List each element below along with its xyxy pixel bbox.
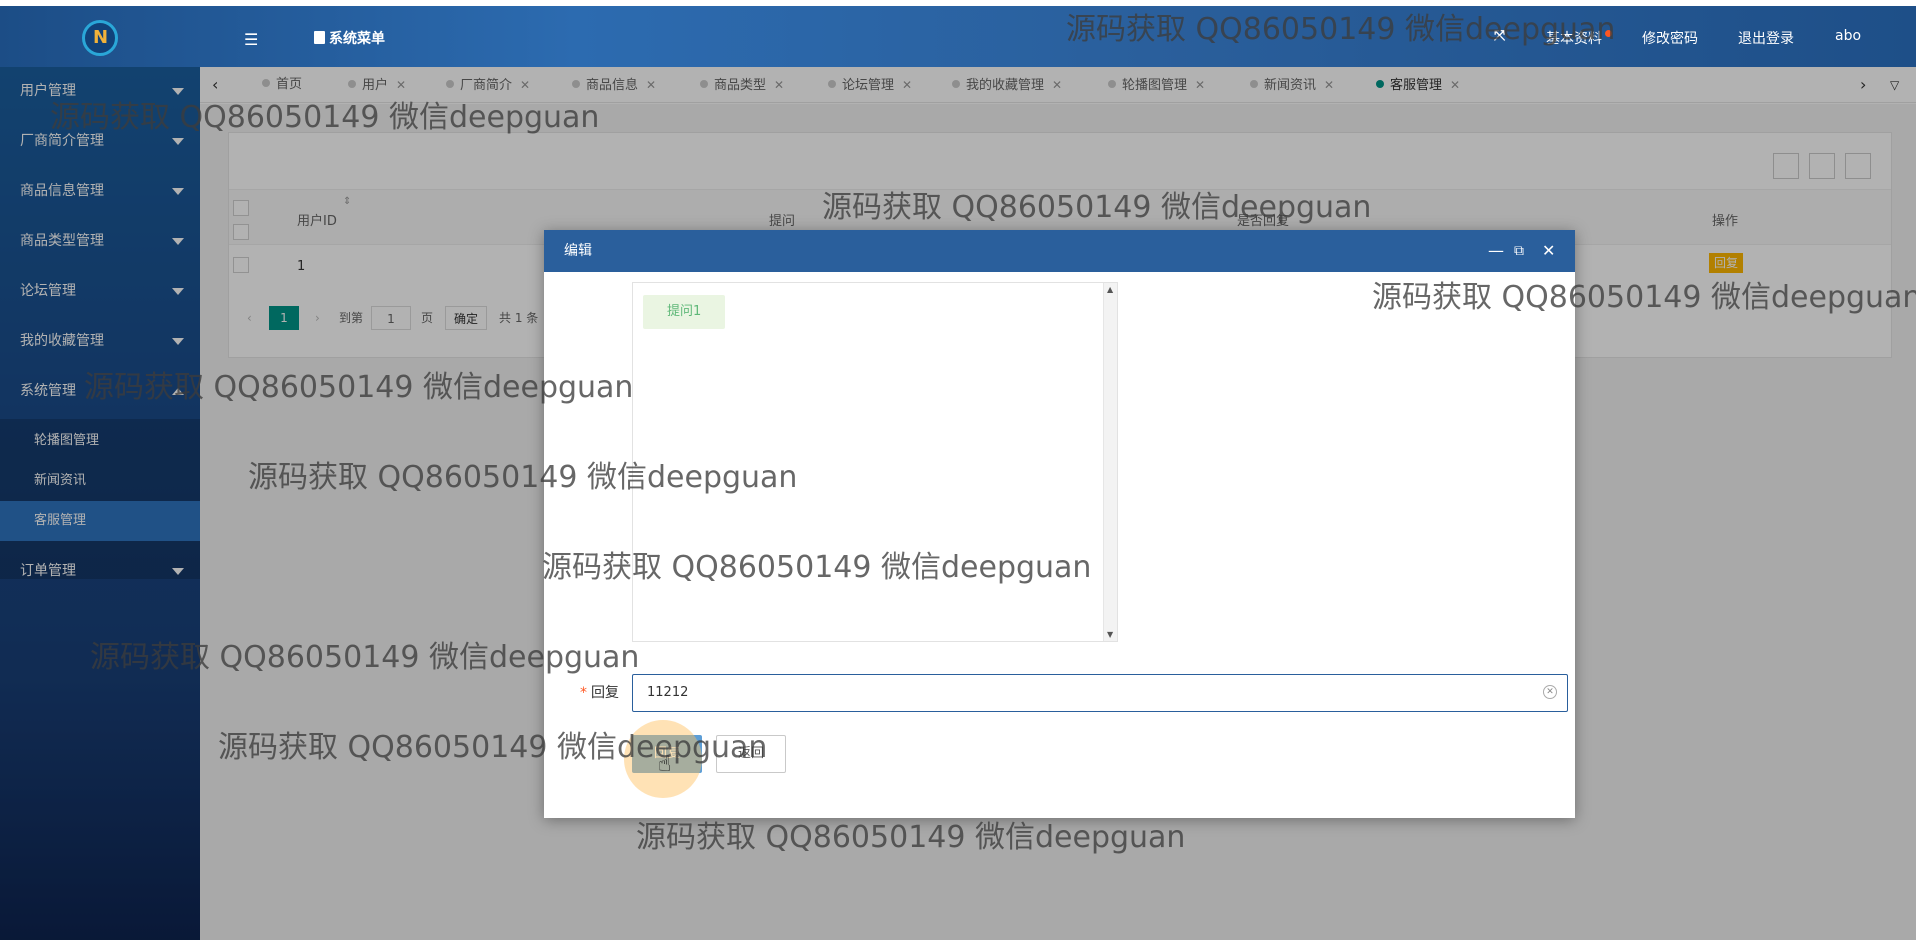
watermark: 源码获取 QQ86050149 微信deepguan <box>84 370 634 405</box>
watermark: 源码获取 QQ86050149 微信deepguan <box>248 460 798 495</box>
maximize-icon[interactable]: ⧉ <box>1514 230 1524 272</box>
logout-link[interactable]: 退出登录 <box>1738 28 1794 48</box>
required-mark: * <box>580 685 587 701</box>
watermark: 源码获取 QQ86050149 微信deepguan <box>1066 12 1616 47</box>
reply-field-label: * 回复 <box>580 682 619 702</box>
minimize-icon[interactable]: — <box>1488 230 1504 272</box>
system-menu-title: 系统菜单 <box>314 28 385 48</box>
watermark: 源码获取 QQ86050149 微信deepguan <box>90 640 640 675</box>
watermark: 源码获取 QQ86050149 微信deepguan <box>1372 280 1916 315</box>
scroll-down-icon[interactable]: ▼ <box>1107 630 1113 639</box>
modal-backdrop <box>0 67 200 940</box>
reply-label-text: 回复 <box>591 685 619 701</box>
reply-input[interactable]: 11212 ✕ <box>632 674 1568 712</box>
top-header: N ☰ 系统菜单 ⤧ 基本资料 修改密码 退出登录 abo <box>0 6 1916 67</box>
username[interactable]: abo <box>1835 28 1861 44</box>
clear-icon[interactable]: ✕ <box>1543 685 1557 699</box>
close-icon[interactable]: ✕ <box>1542 230 1555 272</box>
watermark: 源码获取 QQ86050149 微信deepguan <box>636 820 1186 855</box>
menu-icon <box>314 31 325 44</box>
watermark: 源码获取 QQ86050149 微信deepguan <box>218 730 768 765</box>
dialog-title: 编辑 <box>544 230 1575 272</box>
menu-toggle-icon[interactable]: ☰ <box>244 30 258 49</box>
watermark: 源码获取 QQ86050149 微信deepguan <box>50 100 600 135</box>
watermark: 源码获取 QQ86050149 微信deepguan <box>542 550 1092 585</box>
logo: N <box>82 20 118 56</box>
system-menu-label: 系统菜单 <box>329 31 385 47</box>
watermark: 源码获取 QQ86050149 微信deepguan <box>822 190 1372 225</box>
message-bubble: 提问1 <box>643 295 726 329</box>
scrollbar[interactable]: ▲ ▼ <box>1103 283 1117 641</box>
change-password-link[interactable]: 修改密码 <box>1642 28 1698 48</box>
reply-input-value: 11212 <box>647 685 689 700</box>
scroll-up-icon[interactable]: ▲ <box>1107 285 1113 294</box>
